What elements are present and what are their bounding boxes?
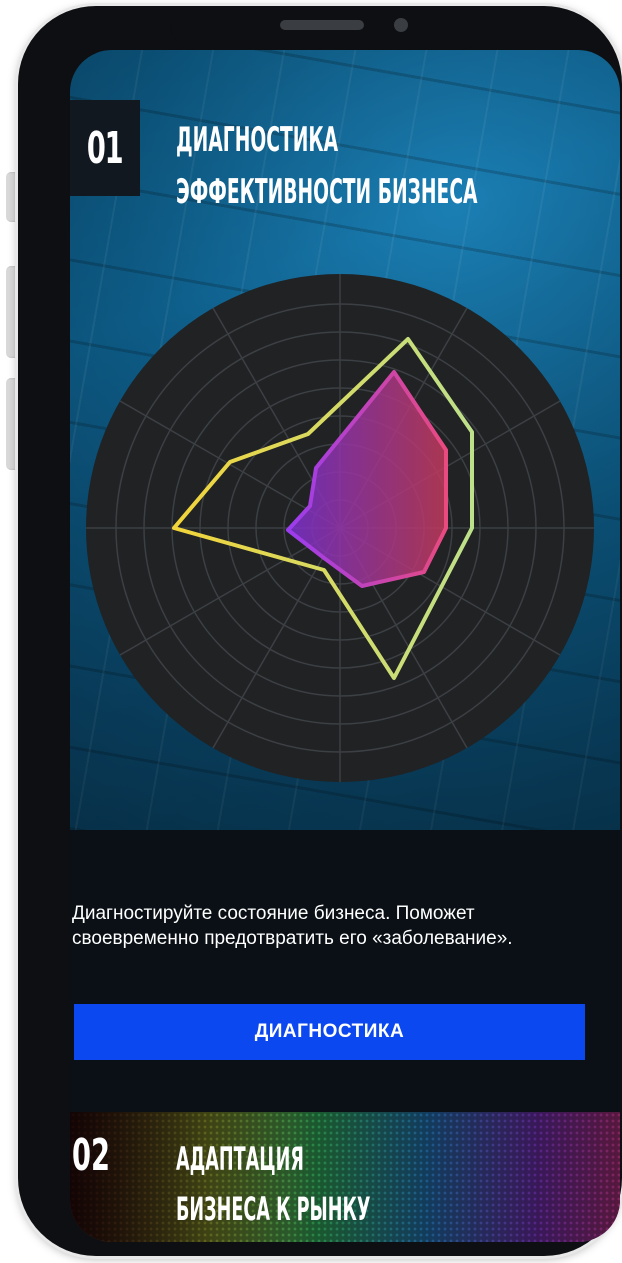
hero-section: 01 ДИАГНОСТИКА ЭФФЕКТИВНОСТИ БИЗНЕСА (70, 50, 620, 830)
section2-title-line1: АДАПТАЦИЯ (176, 1140, 304, 1178)
front-camera (394, 18, 408, 32)
silent-switch[interactable] (6, 172, 18, 222)
radar-chart-illustration (86, 274, 594, 782)
description-text: Диагностируйте состояние бизнеса. Поможе… (72, 903, 513, 949)
section-adaptation[interactable]: 02 АДАПТАЦИЯ БИЗНЕСА К РЫНКУ (70, 1112, 620, 1242)
hero-title: ДИАГНОСТИКА ЭФФЕКТИВНОСТИ БИЗНЕСА (176, 114, 478, 218)
section-number: 01 (87, 122, 124, 174)
notch (170, 6, 484, 50)
screen: 01 ДИАГНОСТИКА ЭФФЕКТИВНОСТИ БИЗНЕСА Диа… (70, 50, 620, 1242)
volume-down-button[interactable] (6, 378, 18, 470)
volume-up-button[interactable] (6, 266, 18, 358)
section-number-box: 01 (70, 100, 140, 196)
phone-frame: 01 ДИАГНОСТИКА ЭФФЕКТИВНОСТИ БИЗНЕСА Диа… (18, 6, 622, 1256)
section2-title-line2: БИЗНЕСА К РЫНКУ (176, 1190, 371, 1228)
hero-title-line2: ЭФФЕКТИВНОСТИ БИЗНЕСА (176, 172, 478, 212)
section2-number: 02 (72, 1130, 110, 1181)
diagnostics-button[interactable]: ДИАГНОСТИКА (74, 1004, 585, 1060)
description-section: Диагностируйте состояние бизнеса. Поможе… (70, 830, 620, 1120)
section2-title: АДАПТАЦИЯ БИЗНЕСА К РЫНКУ (176, 1134, 370, 1234)
speaker-grille (280, 20, 364, 30)
hero-title-line1: ДИАГНОСТИКА (176, 120, 339, 160)
